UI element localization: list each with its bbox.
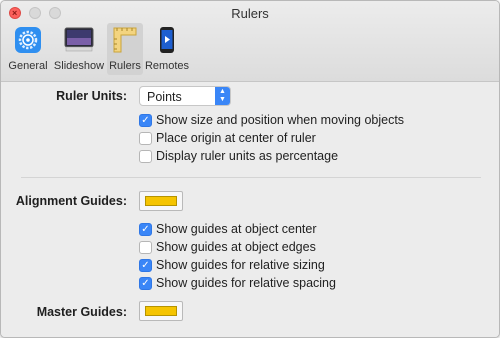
checkbox-label: Place origin at center of ruler — [156, 131, 316, 145]
window-title: Rulers — [231, 6, 269, 21]
checkbox-label: Show guides for relative spacing — [156, 276, 336, 290]
checkbox-label: Display ruler units as percentage — [156, 149, 339, 163]
ruler-icon — [107, 25, 143, 55]
alignment-guides-color — [145, 196, 177, 206]
checkbox-empty-icon — [139, 149, 152, 163]
tab-remotes[interactable]: Remotes — [143, 23, 191, 75]
guides-relative-sizing-checkbox[interactable]: ✓ Show guides for relative sizing — [139, 257, 325, 273]
checkmark-icon: ✓ — [139, 276, 152, 290]
tab-remotes-label: Remotes — [144, 60, 190, 72]
ruler-units-percentage-checkbox[interactable]: Display ruler units as percentage — [139, 148, 338, 164]
master-guides-label: Master Guides: — [36, 305, 127, 319]
show-size-position-checkbox[interactable]: ✓ Show size and position when moving obj… — [139, 112, 404, 128]
tab-rulers-label: Rulers — [109, 60, 141, 72]
checkmark-icon: ✓ — [139, 113, 152, 127]
phone-icon — [143, 25, 191, 55]
slideshow-icon — [51, 25, 107, 55]
checkmark-icon: ✓ — [139, 222, 152, 236]
checkbox-label: Show guides for relative sizing — [156, 258, 325, 272]
alignment-guides-label: Alignment Guides: — [15, 194, 127, 208]
checkbox-empty-icon — [139, 240, 152, 254]
chevron-updown-icon: ▲ ▼ — [215, 87, 230, 105]
tab-rulers[interactable]: Rulers — [107, 23, 143, 75]
ruler-units-label: Ruler Units: — [56, 89, 127, 103]
preferences-window: × Rulers General Slideshow Rulers Remote… — [0, 0, 500, 338]
guides-object-edges-checkbox[interactable]: Show guides at object edges — [139, 239, 316, 255]
checkbox-label: Show guides at object center — [156, 222, 317, 236]
checkmark-icon: ✓ — [139, 258, 152, 272]
tab-slideshow-label: Slideshow — [53, 60, 105, 72]
ruler-units-select[interactable]: Points ▲ ▼ — [139, 86, 231, 106]
checkbox-empty-icon — [139, 131, 152, 145]
guides-relative-spacing-checkbox[interactable]: ✓ Show guides for relative spacing — [139, 275, 336, 291]
guides-object-center-checkbox[interactable]: ✓ Show guides at object center — [139, 221, 317, 237]
ruler-units-value: Points — [147, 90, 182, 104]
section-divider — [21, 177, 481, 178]
checkbox-label: Show size and position when moving objec… — [156, 113, 405, 127]
tab-general[interactable]: General — [5, 23, 51, 75]
place-origin-checkbox[interactable]: Place origin at center of ruler — [139, 130, 316, 146]
tab-slideshow[interactable]: Slideshow — [51, 23, 107, 75]
tab-general-label: General — [8, 60, 48, 72]
rulers-pane: Ruler Units: Points ▲ ▼ ✓ Show size and p… — [1, 82, 499, 337]
master-guides-color — [145, 306, 177, 316]
gear-icon — [5, 25, 51, 55]
master-guides-color-well[interactable] — [139, 301, 183, 321]
checkbox-label: Show guides at object edges — [156, 240, 316, 254]
title-bar: × Rulers General Slideshow Rulers Remote… — [1, 1, 499, 82]
alignment-guides-color-well[interactable] — [139, 191, 183, 211]
